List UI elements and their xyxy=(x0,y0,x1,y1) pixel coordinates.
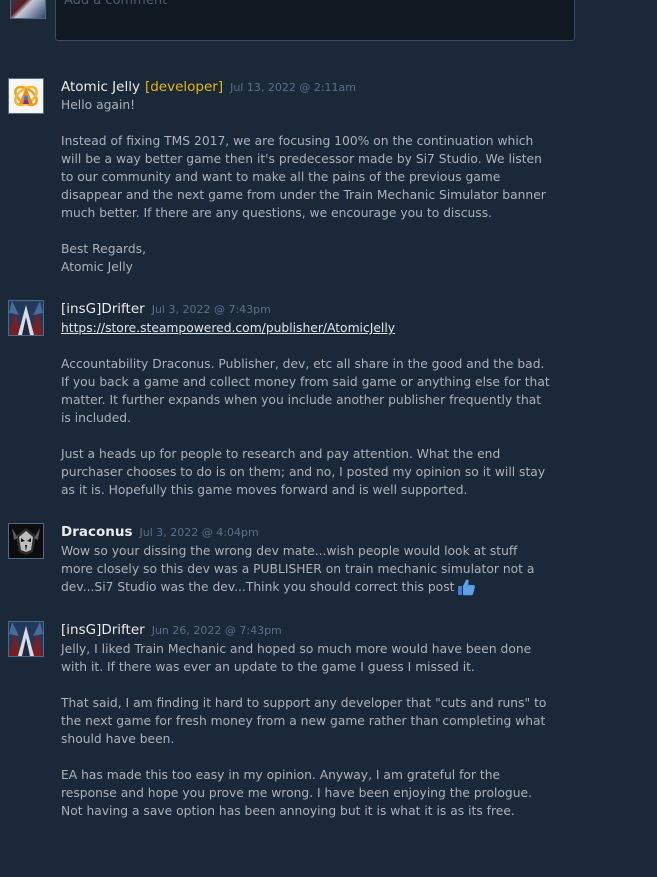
drifter-avatar-icon xyxy=(9,301,43,335)
comment-body: Wow so your dissing the wrong dev mate..… xyxy=(61,542,553,596)
comment-body: Jelly, I liked Train Mechanic and hoped … xyxy=(61,640,553,820)
atomic-jelly-logo-icon xyxy=(9,79,43,113)
comment-header: [insG]Drifter Jul 3, 2022 @ 7:43pm xyxy=(61,299,271,317)
current-user-avatar xyxy=(10,0,46,19)
author-link[interactable]: Atomic Jelly xyxy=(61,79,140,95)
comment-paragraph: Just a heads up for people to research a… xyxy=(61,447,546,497)
comment-paragraph: Instead of fixing TMS 2017, we are focus… xyxy=(61,134,546,220)
author-link[interactable]: Draconus xyxy=(61,524,133,540)
avatar[interactable] xyxy=(8,300,44,336)
author-link[interactable]: [insG]Drifter xyxy=(61,622,145,638)
comment-paragraph: Accountability Draconus. Publisher, dev,… xyxy=(61,357,550,425)
comment-header: Atomic Jelly [developer] Jul 13, 2022 @ 2:… xyxy=(61,77,356,95)
thumbs-up-icon xyxy=(458,579,476,596)
comment-body: https://store.steampowered.com/publisher… xyxy=(61,319,553,499)
avatar[interactable] xyxy=(8,78,44,114)
comment-header: Draconus Jul 3, 2022 @ 4:04pm xyxy=(61,522,259,540)
comment-paragraph: EA has made this too easy in my opinion.… xyxy=(61,768,532,818)
developer-badge: [developer] xyxy=(144,79,224,95)
comment-body: Hello again! Instead of fixing TMS 2017,… xyxy=(61,96,553,276)
publisher-link[interactable]: https://store.steampowered.com/publisher… xyxy=(61,321,395,335)
comment-paragraph: Best Regards, xyxy=(61,242,146,256)
avatar[interactable] xyxy=(8,621,44,657)
avatar[interactable] xyxy=(8,523,44,559)
drifter-avatar-icon xyxy=(9,622,43,656)
author-link[interactable]: [insG]Drifter xyxy=(61,301,145,317)
comment-paragraph: Jelly, I liked Train Mechanic and hoped … xyxy=(61,642,532,674)
comment-paragraph: Hello again! xyxy=(61,98,136,112)
comment-composer[interactable] xyxy=(55,0,575,41)
comment-header: [insG]Drifter Jun 26, 2022 @ 7:43pm xyxy=(61,620,282,638)
comment-timestamp: Jul 3, 2022 @ 7:43pm xyxy=(151,303,271,316)
comment-timestamp: Jul 3, 2022 @ 4:04pm xyxy=(139,526,259,539)
comment-paragraph: That said, I am finding it hard to suppo… xyxy=(61,696,547,746)
comment-timestamp: Jul 13, 2022 @ 2:11am xyxy=(230,81,356,94)
comment-timestamp: Jun 26, 2022 @ 7:43pm xyxy=(151,624,282,637)
comment-paragraph: Atomic Jelly xyxy=(61,260,133,274)
draconus-avatar-icon xyxy=(9,524,43,558)
add-comment-input[interactable] xyxy=(64,0,544,9)
